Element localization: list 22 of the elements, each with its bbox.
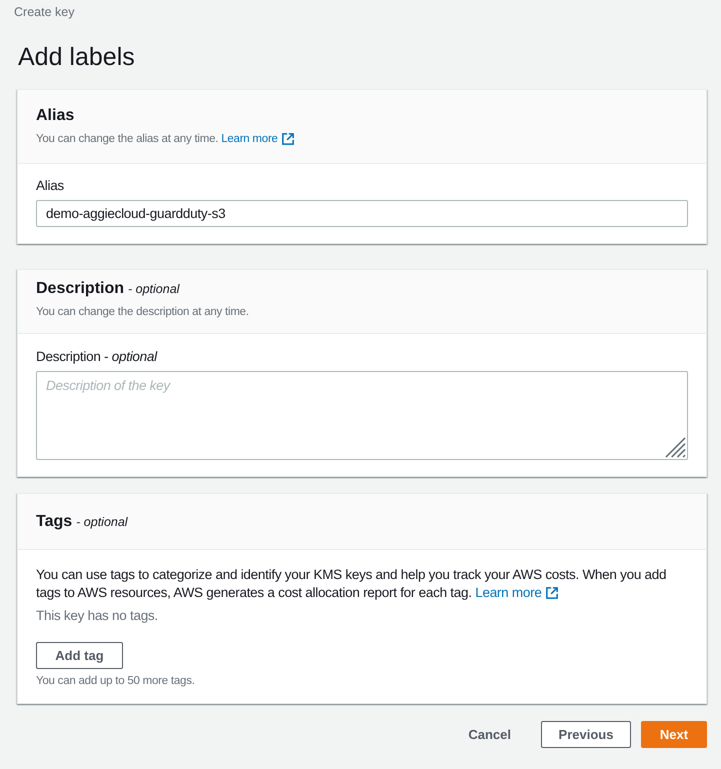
field-label: Alias <box>36 177 65 195</box>
cancel-button[interactable]: Cancel <box>448 721 531 748</box>
tags-limit-hint: You can add up to 50 more tags. <box>36 674 196 689</box>
learn-more-link[interactable]: Learn more <box>475 584 558 602</box>
external-link-icon <box>546 587 558 599</box>
section-description: You can change the alias at any time. Learn more <box>36 131 688 147</box>
add-tag-button[interactable]: Add tag <box>36 642 123 669</box>
section-title: Description - optional <box>36 279 181 299</box>
resize-handle-icon[interactable] <box>665 437 686 458</box>
section-title: Alias <box>36 106 76 126</box>
empty-tags-text: This key has no tags. <box>36 607 159 625</box>
section-description: You can change the description at any time. <box>36 305 250 320</box>
breadcrumb-item[interactable]: Create key <box>14 3 74 22</box>
tags-description: You can use tags to categorize and identify your KMS keys and help you track your AWS costs. When you add tags to AWS resources, AWS generates a cost allocation report for each tag. Learn more <box>36 566 668 602</box>
previous-button[interactable]: Previous <box>541 721 631 748</box>
description-field[interactable]: Description of the key <box>36 371 688 460</box>
alias-input[interactable]: demo-aggiecloud-guardduty-s3 <box>36 200 688 227</box>
section-title: Tags - optional <box>36 512 129 532</box>
learn-more-link[interactable]: Learn more <box>221 131 294 147</box>
external-link-icon <box>282 133 294 145</box>
page-title: Add labels <box>18 42 136 72</box>
field-label: Description - optional <box>36 348 158 366</box>
